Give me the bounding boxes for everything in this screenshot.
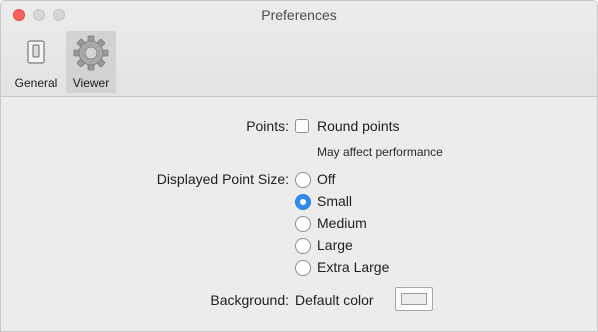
radio-medium-label[interactable]: Medium bbox=[317, 215, 367, 231]
gear-icon bbox=[73, 35, 109, 71]
round-points-checkbox[interactable] bbox=[295, 119, 309, 133]
toolbar-label-general: General bbox=[14, 76, 58, 90]
radio-small[interactable] bbox=[295, 194, 311, 210]
points-label: Points: bbox=[246, 118, 289, 134]
background-label: Background: bbox=[210, 292, 289, 308]
radio-off[interactable] bbox=[295, 172, 311, 188]
background-color-well[interactable] bbox=[395, 287, 433, 311]
color-swatch bbox=[401, 293, 427, 305]
radio-off-label[interactable]: Off bbox=[317, 171, 335, 187]
toolbar-item-viewer[interactable]: Viewer bbox=[66, 31, 116, 93]
titlebar: Preferences General Viewer bbox=[1, 1, 597, 97]
default-color-label: Default color bbox=[295, 292, 374, 308]
toolbar-label-viewer: Viewer bbox=[72, 76, 110, 90]
window-title: Preferences bbox=[261, 7, 337, 23]
radio-large-label[interactable]: Large bbox=[317, 237, 353, 253]
radio-extra-large[interactable] bbox=[295, 260, 311, 276]
radio-large[interactable] bbox=[295, 238, 311, 254]
point-size-label: Displayed Point Size: bbox=[156, 171, 289, 187]
preferences-window: Preferences General Viewer Points: Round… bbox=[0, 0, 598, 332]
radio-medium[interactable] bbox=[295, 216, 311, 232]
radio-extra-large-label[interactable]: Extra Large bbox=[317, 259, 389, 275]
radio-small-label[interactable]: Small bbox=[317, 193, 352, 209]
round-points-label[interactable]: Round points bbox=[317, 118, 400, 134]
toolbar-item-general[interactable]: General bbox=[7, 31, 65, 93]
switch-icon bbox=[27, 40, 45, 64]
performance-hint: May affect performance bbox=[317, 145, 443, 159]
